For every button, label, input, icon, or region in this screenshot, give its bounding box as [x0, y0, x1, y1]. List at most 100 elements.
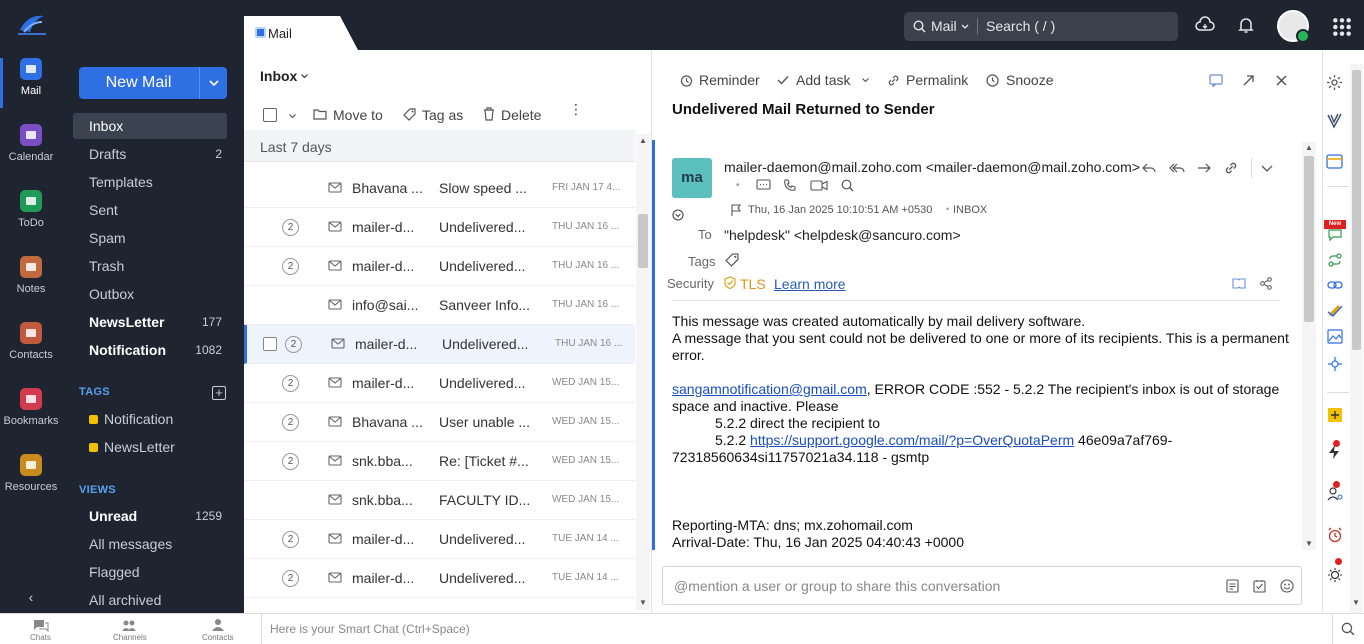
search-icon[interactable]	[1341, 622, 1355, 636]
channels-icon[interactable]	[121, 619, 137, 632]
phone-icon[interactable]	[783, 179, 796, 192]
support-link[interactable]: https://support.google.com/mail/?p=OverQ…	[750, 432, 1074, 448]
checkmark-app-icon[interactable]	[1326, 112, 1343, 129]
rail-item-contacts[interactable]: Contacts	[0, 322, 62, 382]
contacts-icon[interactable]	[211, 618, 225, 632]
search-icon[interactable]	[841, 179, 854, 192]
table-row[interactable]: 2 snk.bba... Re: [Ticket #... WED JAN 15...	[244, 442, 635, 481]
move-to-button[interactable]: Move to	[333, 107, 383, 123]
table-row[interactable]: 2 mailer-d... Undelivered... WED JAN 15...	[244, 364, 635, 403]
task-icon[interactable]	[1253, 579, 1266, 593]
tag-as-button[interactable]: Tag as	[422, 107, 463, 123]
rail-item-mail[interactable]: Mail	[0, 58, 62, 118]
table-row[interactable]: 2 mailer-d... Undelivered... THU JAN 16 ...	[244, 325, 635, 364]
table-row[interactable]: info@sai... Sanveer Info... THU JAN 16 ...	[244, 286, 635, 325]
rail-scrollbar[interactable]: ▼	[1350, 64, 1363, 613]
add-task-button[interactable]: Add task	[796, 72, 850, 88]
channels-label[interactable]: Channels	[113, 633, 147, 642]
bell-icon[interactable]	[1236, 15, 1256, 35]
table-row[interactable]: 2 Bhavana ... User unable ... WED JAN 15...	[244, 403, 635, 442]
view-item[interactable]: All messages	[73, 531, 227, 557]
comment-box[interactable]: @mention a user or group to share this c…	[662, 566, 1302, 605]
table-row[interactable]: 2 mailer-d... Undelivered... TUE JAN 14 ...	[244, 559, 635, 598]
search-bar[interactable]: Mail Search ( / )	[904, 12, 1178, 41]
recipient-email-link[interactable]: sangamnotification@gmail.com	[672, 381, 867, 397]
flag-icon[interactable]	[731, 204, 742, 216]
gear-icon[interactable]	[1326, 74, 1343, 91]
video-icon[interactable]	[810, 180, 828, 191]
folder-inbox[interactable]: Inbox	[73, 113, 227, 139]
chevron-down-icon[interactable]	[1261, 165, 1273, 172]
reminder-button[interactable]: Reminder	[699, 72, 760, 88]
search-scope[interactable]: Mail	[931, 18, 957, 34]
thread-count[interactable]: 2	[282, 219, 299, 236]
sender-address[interactable]: mailer-daemon@mail.zoho.com <mailer-daem…	[724, 159, 1140, 175]
delete-button[interactable]: Delete	[501, 107, 541, 123]
route-icon[interactable]	[1327, 252, 1343, 268]
chevron-down-icon[interactable]	[289, 114, 296, 118]
select-all-checkbox[interactable]	[263, 108, 277, 122]
thread-count[interactable]: 2	[282, 258, 299, 275]
chevron-down-icon[interactable]	[862, 78, 869, 82]
comment-input[interactable]: @mention a user or group to share this c…	[674, 578, 1000, 594]
reader-scrollbar[interactable]: ▲ ▼	[1302, 142, 1316, 550]
list-scrollbar[interactable]: ▲ ▼	[636, 134, 650, 610]
chat-bubble-icon[interactable]	[1328, 228, 1342, 241]
open-external-icon[interactable]	[1243, 75, 1254, 86]
reply-icon[interactable]	[1142, 162, 1156, 174]
folder-trash[interactable]: Trash	[73, 253, 227, 279]
thread-count[interactable]: 2	[282, 570, 299, 587]
smart-chat-input[interactable]: Here is your Smart Chat (Ctrl+Space)	[270, 622, 470, 636]
close-icon[interactable]	[1276, 75, 1287, 86]
folder-spam[interactable]: Spam	[73, 225, 227, 251]
table-row[interactable]: snk.bba... FACULTY ID... WED JAN 15...	[244, 481, 635, 520]
tag-item[interactable]: Notification	[73, 406, 227, 432]
message-icon[interactable]	[756, 179, 771, 192]
new-mail-dropdown[interactable]	[199, 67, 227, 99]
thread-count[interactable]: 2	[282, 375, 299, 392]
apps-grid-icon[interactable]	[1332, 17, 1352, 37]
rail-item-notes[interactable]: Notes	[0, 256, 62, 316]
folder-title[interactable]: Inbox	[260, 68, 297, 84]
row-checkbox[interactable]	[263, 337, 277, 351]
folder-drafts[interactable]: Drafts 2	[73, 141, 227, 167]
reader-view-icon[interactable]	[1232, 278, 1246, 289]
thread-count[interactable]: 2	[282, 453, 299, 470]
tag-icon[interactable]	[725, 253, 739, 267]
expand-details-icon[interactable]	[672, 209, 684, 221]
lightning-icon[interactable]	[1328, 444, 1340, 460]
thread-count[interactable]: 2	[285, 336, 302, 353]
folder-sent[interactable]: Sent	[73, 197, 227, 223]
view-item[interactable]: Unread 1259	[73, 503, 227, 529]
link-icon[interactable]	[1224, 161, 1238, 175]
folder-newsletter[interactable]: NewsLetter 177	[73, 309, 227, 335]
collapse-icon[interactable]: ‹	[24, 590, 38, 604]
thread-count[interactable]: 2	[282, 414, 299, 431]
share-icon[interactable]	[1260, 277, 1272, 290]
rail-item-bookmarks[interactable]: Bookmarks	[0, 388, 62, 448]
table-row[interactable]: Bhavana ... Slow speed ... FRI JAN 17 4...	[244, 169, 635, 208]
to-value[interactable]: "helpdesk" <helpdesk@sancuro.com>	[724, 227, 961, 243]
reply-all-icon[interactable]	[1169, 162, 1185, 174]
folder-templates[interactable]: Templates	[73, 169, 227, 195]
rail-item-calendar[interactable]: Calendar	[0, 124, 62, 184]
contacts-label[interactable]: Contacts	[202, 633, 234, 642]
more-options-icon[interactable]: ⋮	[569, 102, 583, 116]
table-row[interactable]: 2 mailer-d... Undelivered... THU JAN 16 ...	[244, 247, 635, 286]
add-note-icon[interactable]	[1327, 407, 1343, 423]
chats-icon[interactable]	[33, 619, 49, 632]
note-icon[interactable]	[1226, 579, 1239, 593]
view-item[interactable]: All archived	[73, 587, 227, 613]
pencil-icon[interactable]	[1327, 304, 1343, 318]
table-row[interactable]: 2 mailer-d... Undelivered... TUE JAN 14 ...	[244, 520, 635, 559]
chat-icon[interactable]	[1209, 74, 1223, 87]
add-tag-icon[interactable]: +	[212, 386, 226, 400]
alarm-clock-icon[interactable]	[1327, 527, 1343, 543]
permalink-button[interactable]: Permalink	[906, 72, 968, 88]
learn-more-link[interactable]: Learn more	[774, 276, 846, 292]
rail-item-resources[interactable]: Resources	[0, 454, 62, 514]
chats-label[interactable]: Chats	[30, 633, 51, 642]
rail-item-todo[interactable]: ToDo	[0, 190, 62, 250]
search-input[interactable]: Search ( / )	[986, 18, 1055, 34]
window-icon[interactable]	[1326, 154, 1343, 169]
